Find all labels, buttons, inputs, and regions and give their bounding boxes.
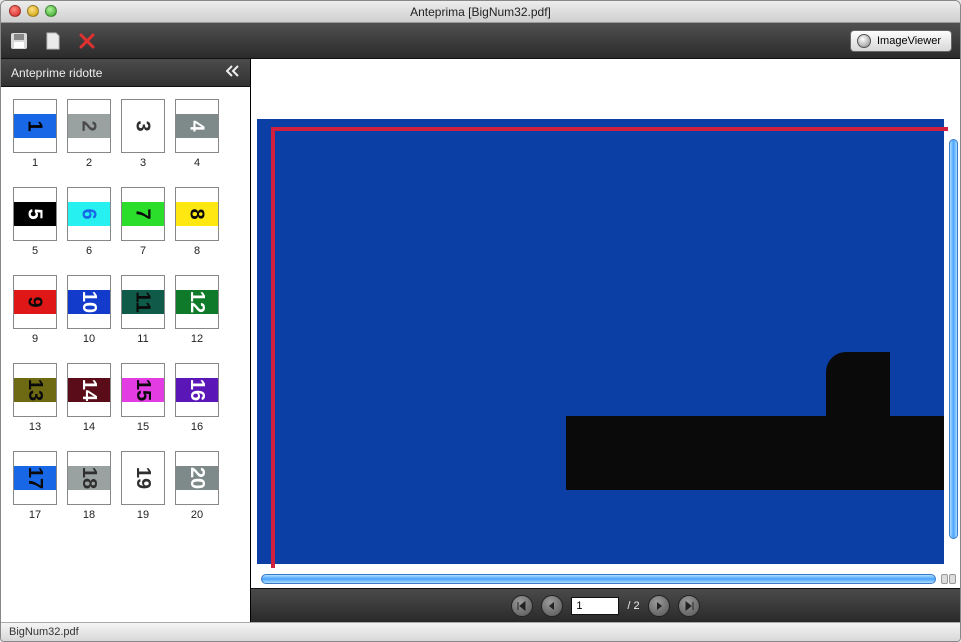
thumbnail-label: 7 (140, 245, 146, 257)
horizontal-scroll-arrows[interactable] (941, 574, 956, 584)
thumbnail-label: 1 (32, 157, 38, 169)
thumbnail[interactable]: 77 (119, 187, 167, 257)
thumbnail-label: 19 (137, 509, 149, 521)
thumbnail-number: 12 (187, 291, 207, 313)
thumbnail-number: 11 (133, 291, 153, 312)
thumbnail[interactable]: 2020 (173, 451, 221, 521)
sidebar: Anteprime ridotte 1122334455667788991010… (1, 59, 251, 622)
horizontal-scrollbar[interactable] (261, 574, 936, 584)
thumbnail[interactable]: 14 14 (65, 363, 113, 433)
thumbnail-label: 14 (83, 421, 95, 433)
thumbnail-number: 5 (25, 208, 45, 219)
thumbnail[interactable]: 88 (173, 187, 221, 257)
page-total-label: / 2 (627, 600, 639, 612)
collapse-sidebar-button[interactable] (226, 65, 240, 80)
thumbnail-number: 17 (25, 467, 45, 489)
thumbnail-number: 6 (79, 208, 99, 219)
prev-page-button[interactable] (541, 595, 563, 617)
thumbnail[interactable]: 1919 (119, 451, 167, 521)
minimize-window-button[interactable] (27, 5, 39, 17)
thumbnail-label: 16 (191, 421, 203, 433)
thumbnail-label: 17 (29, 509, 41, 521)
thumbnail-number: 14 (79, 379, 99, 401)
sidebar-title: Anteprime ridotte (11, 66, 102, 80)
thumbnail-label: 10 (83, 333, 95, 345)
thumbnail[interactable]: 1515 (119, 363, 167, 433)
toolbar: ImageViewer (1, 23, 960, 59)
canvas[interactable] (251, 59, 960, 588)
thumbnail-number: 8 (187, 208, 207, 219)
thumbnail-number: 7 (133, 208, 153, 219)
thumbnail-number: 18 (79, 467, 99, 489)
thumbnail-label: 18 (83, 509, 95, 521)
thumbnail[interactable]: 1717 (11, 451, 59, 521)
window-title: Anteprima [BigNum32.pdf] (410, 5, 551, 19)
titlebar: Anteprima [BigNum32.pdf] (1, 1, 960, 23)
thumbnail-number: 13 (25, 379, 45, 401)
thumbnail-label: 8 (194, 245, 200, 257)
thumbnail-number: 1 (25, 120, 45, 131)
thumbnail-label: 20 (191, 509, 203, 521)
thumbnail[interactable]: 1616 (173, 363, 221, 433)
thumbnail-label: 9 (32, 333, 38, 345)
traffic-lights (9, 5, 57, 17)
thumbnail[interactable]: 12 12 (173, 275, 221, 345)
page-graphic (826, 352, 890, 416)
sidebar-header: Anteprime ridotte (1, 59, 250, 87)
page-bleed-border (271, 127, 948, 568)
thumbnail[interactable]: 11 11 (119, 275, 167, 345)
thumbnail[interactable]: 22 (65, 99, 113, 169)
thumbnail[interactable]: 55 (11, 187, 59, 257)
status-filename: BigNum32.pdf (9, 626, 79, 638)
thumbnail[interactable]: 1818 (65, 451, 113, 521)
viewer: / 2 (251, 59, 960, 622)
pager: / 2 (251, 588, 960, 622)
page-icon[interactable] (43, 31, 63, 51)
thumbnail[interactable]: 11 (11, 99, 59, 169)
next-page-button[interactable] (648, 595, 670, 617)
thumbnail-number: 4 (187, 120, 207, 131)
page-input[interactable] (571, 597, 619, 615)
thumbnail-label: 2 (86, 157, 92, 169)
first-page-button[interactable] (511, 595, 533, 617)
thumbnail[interactable]: 66 (65, 187, 113, 257)
thumbnail[interactable]: 13 13 (11, 363, 59, 433)
thumbnail[interactable]: 99 (11, 275, 59, 345)
thumbnail-number: 15 (133, 379, 153, 401)
statusbar: BigNum32.pdf (1, 622, 960, 641)
thumbnail-number: 10 (79, 291, 99, 313)
thumbnail[interactable]: 44 (173, 99, 221, 169)
imageviewer-label: ImageViewer (877, 35, 941, 47)
imageviewer-icon (857, 34, 871, 48)
thumbnail-number: 3 (133, 120, 153, 131)
delete-icon[interactable] (77, 31, 97, 51)
thumbnail-label: 3 (140, 157, 146, 169)
thumbnail-label: 4 (194, 157, 200, 169)
save-icon[interactable] (9, 31, 29, 51)
page-graphic (566, 416, 944, 490)
thumbnail-label: 13 (29, 421, 41, 433)
thumbnail-label: 15 (137, 421, 149, 433)
zoom-window-button[interactable] (45, 5, 57, 17)
vertical-scrollbar[interactable] (949, 139, 958, 539)
thumbnail-number: 19 (133, 467, 153, 489)
thumbnail-number: 2 (79, 120, 99, 131)
imageviewer-button[interactable]: ImageViewer (850, 30, 952, 52)
thumbnail[interactable]: 10 10 (65, 275, 113, 345)
thumbnail-label: 12 (191, 333, 203, 345)
thumbnail-number: 20 (187, 467, 207, 489)
thumbnail-number: 16 (187, 379, 207, 401)
thumbnail[interactable]: 33 (119, 99, 167, 169)
thumbnail-label: 6 (86, 245, 92, 257)
thumbnail-label: 5 (32, 245, 38, 257)
page-surface (257, 119, 944, 564)
thumbnail-label: 11 (137, 333, 148, 345)
thumbnails-panel: 1122334455667788991010111112121313141415… (1, 87, 250, 622)
window: Anteprima [BigNum32.pdf] ImageViewer Ant… (0, 0, 961, 642)
last-page-button[interactable] (678, 595, 700, 617)
body: Anteprime ridotte 1122334455667788991010… (1, 59, 960, 622)
thumbnail-number: 9 (25, 296, 45, 307)
close-window-button[interactable] (9, 5, 21, 17)
